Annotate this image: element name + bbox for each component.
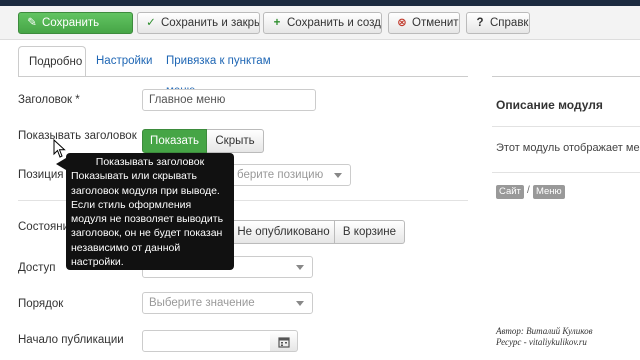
module-description-title: Описание модуля bbox=[496, 98, 603, 112]
check-icon: ✓ bbox=[146, 17, 156, 29]
show-title-label: Показывать заголовок bbox=[18, 130, 137, 142]
cancel-circle-icon: ⊗ bbox=[397, 17, 407, 29]
tooltip-title: Показывать заголовок bbox=[95, 156, 205, 168]
badge-separator: / bbox=[527, 185, 530, 196]
order-label: Порядок bbox=[18, 298, 64, 310]
help-button[interactable]: ?Справка bbox=[466, 12, 530, 34]
edit-icon: ✎ bbox=[27, 17, 37, 29]
save-new-button[interactable]: +Сохранить и создать bbox=[263, 12, 382, 34]
author-line: Автор: Виталий Куликов bbox=[496, 326, 593, 336]
access-label: Доступ bbox=[18, 262, 56, 274]
tooltip: Показывать заголовок Показывать или скры… bbox=[66, 153, 234, 270]
author-credit: Автор: Виталий Куликов Ресурс - vitaliyk… bbox=[496, 326, 592, 348]
status-trashed-button[interactable]: В корзине bbox=[335, 220, 405, 244]
publish-start-label: Начало публикации bbox=[18, 334, 124, 346]
tab-menu-assignment[interactable]: Привязка к пунктам меню bbox=[156, 46, 308, 97]
tab-settings[interactable]: Настройки bbox=[86, 46, 162, 77]
tabs-underline bbox=[18, 76, 468, 77]
show-title-hide-button[interactable]: Скрыть bbox=[207, 129, 264, 153]
tooltip-arrow bbox=[56, 158, 66, 170]
chevron-down-icon bbox=[334, 173, 342, 178]
resource-line: Ресурс - vitaliykulikov.ru bbox=[496, 337, 587, 347]
calendar-button[interactable] bbox=[270, 330, 298, 352]
publish-start-input[interactable] bbox=[142, 330, 271, 352]
aside-divider bbox=[492, 172, 640, 173]
question-icon: ? bbox=[476, 17, 484, 29]
save-close-button[interactable]: ✓Сохранить и закрыть bbox=[137, 12, 260, 34]
cursor-pointer-icon bbox=[53, 139, 66, 158]
site-badge: Сайт bbox=[496, 185, 524, 199]
chevron-down-icon bbox=[296, 301, 304, 306]
calendar-icon bbox=[277, 337, 290, 348]
title-input[interactable]: Главное меню bbox=[142, 89, 316, 111]
order-select[interactable]: Выберите значение bbox=[142, 292, 313, 314]
tabs-underline-right bbox=[492, 76, 640, 77]
show-title-show-button[interactable]: Показать bbox=[142, 129, 207, 153]
module-description-text: Этот модуль отображает меню bbox=[496, 142, 640, 154]
title-label: Заголовок * bbox=[18, 94, 80, 106]
position-select[interactable]: берите позицию bbox=[230, 164, 351, 186]
status-unpublished-button[interactable]: Не опубликовано bbox=[232, 220, 335, 244]
save-button[interactable]: ✎ Сохранить bbox=[18, 12, 133, 34]
plus-icon: + bbox=[273, 17, 281, 29]
chevron-down-icon bbox=[296, 265, 304, 270]
toolbar: ✎Сохранить ✓Сохранить и закрыть +Сохрани… bbox=[0, 6, 640, 40]
menu-badge: Меню bbox=[533, 185, 565, 199]
aside-divider bbox=[492, 126, 640, 127]
cancel-button[interactable]: ⊗ Отменить bbox=[388, 12, 460, 34]
tab-bar: Подробно Настройки Привязка к пунктам ме… bbox=[18, 46, 308, 97]
position-label: Позиция bbox=[18, 169, 64, 181]
tooltip-body: Показывать или скрывать заголовок модуля… bbox=[71, 170, 224, 269]
tab-details[interactable]: Подробно bbox=[18, 46, 86, 77]
